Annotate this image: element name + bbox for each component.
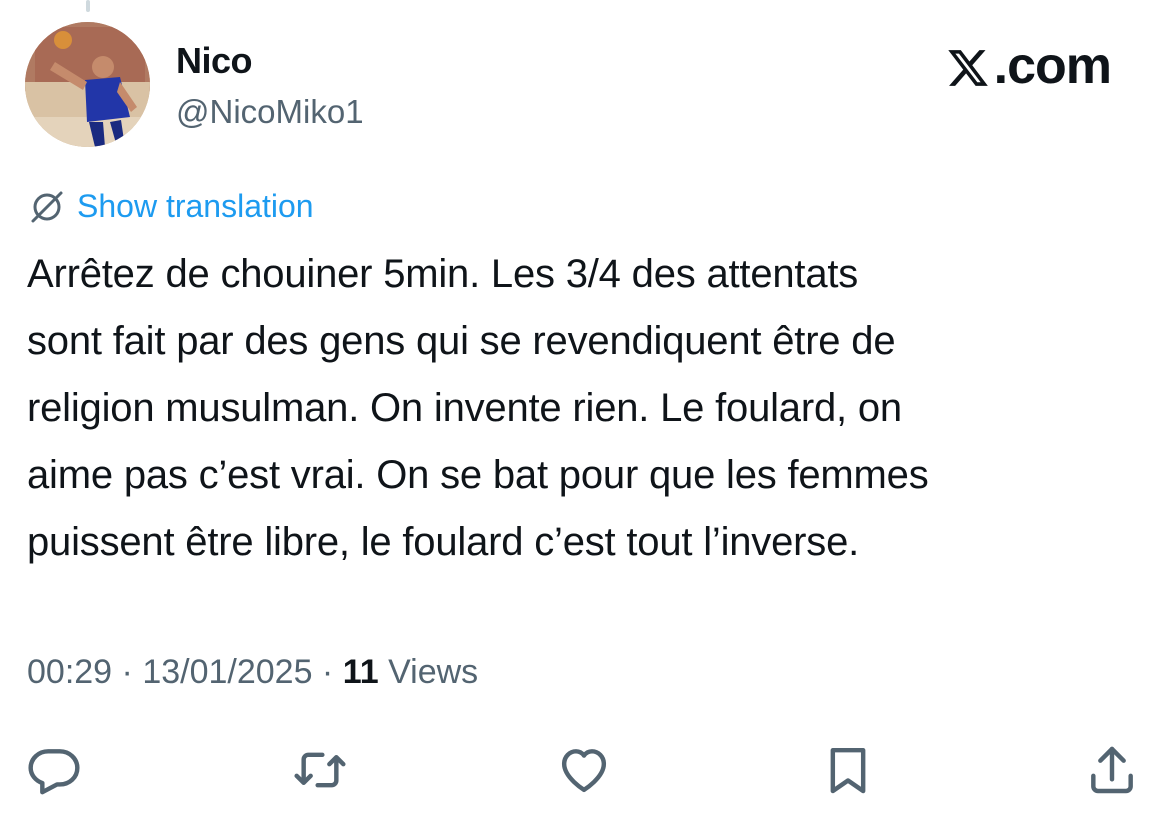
bookmark-icon: [830, 747, 866, 794]
heart-icon: [561, 749, 607, 793]
x-logo-icon: [947, 50, 988, 86]
action-bar: [0, 738, 1169, 802]
tweet-date[interactable]: 13/01/2025: [142, 653, 312, 691]
tweet-text-line: aime pas c’est vrai. On se bat pour que …: [27, 453, 929, 497]
views-count: 11: [342, 653, 379, 691]
brand-domain-label: .com: [993, 37, 1112, 95]
share-icon: [1091, 746, 1133, 794]
tweet-text-line: Arrêtez de chouiner 5min. Les 3/4 des at…: [27, 252, 859, 296]
tweet-text: Arrêtez de chouiner 5min. Les 3/4 des at…: [27, 241, 1137, 576]
retweet-icon: [294, 752, 346, 788]
thread-connector-line: [86, 0, 90, 12]
author-display-name[interactable]: Nico: [176, 40, 253, 82]
author-handle[interactable]: @NicoMiko1: [176, 92, 364, 132]
meta-separator: ·: [312, 653, 343, 691]
avatar-image: [25, 22, 150, 147]
tweet-time[interactable]: 00:29: [27, 653, 112, 691]
tweet-text-line: religion musulman. On invente rien. Le f…: [27, 386, 902, 430]
reply-icon: [28, 749, 80, 795]
tweet-text-line: sont fait par des gens qui se revendique…: [27, 319, 896, 363]
views-label: Views: [378, 653, 479, 691]
avatar[interactable]: [25, 22, 150, 147]
bookmark-button[interactable]: [816, 738, 880, 802]
tweet-text-line: puissent être libre, le foulard c’est to…: [27, 520, 860, 564]
like-button[interactable]: [552, 738, 616, 802]
x-brand-logo: .com: [946, 36, 1112, 96]
globe-slash-icon: [31, 191, 63, 223]
meta-separator: ·: [112, 653, 143, 691]
show-translation-link[interactable]: Show translation: [27, 186, 314, 226]
tweet-meta: 00:29 · 13/01/2025 · 11 Views: [27, 650, 478, 694]
retweet-button[interactable]: [288, 738, 352, 802]
show-translation-label: Show translation: [77, 188, 314, 224]
share-button[interactable]: [1080, 738, 1144, 802]
reply-button[interactable]: [22, 738, 86, 802]
